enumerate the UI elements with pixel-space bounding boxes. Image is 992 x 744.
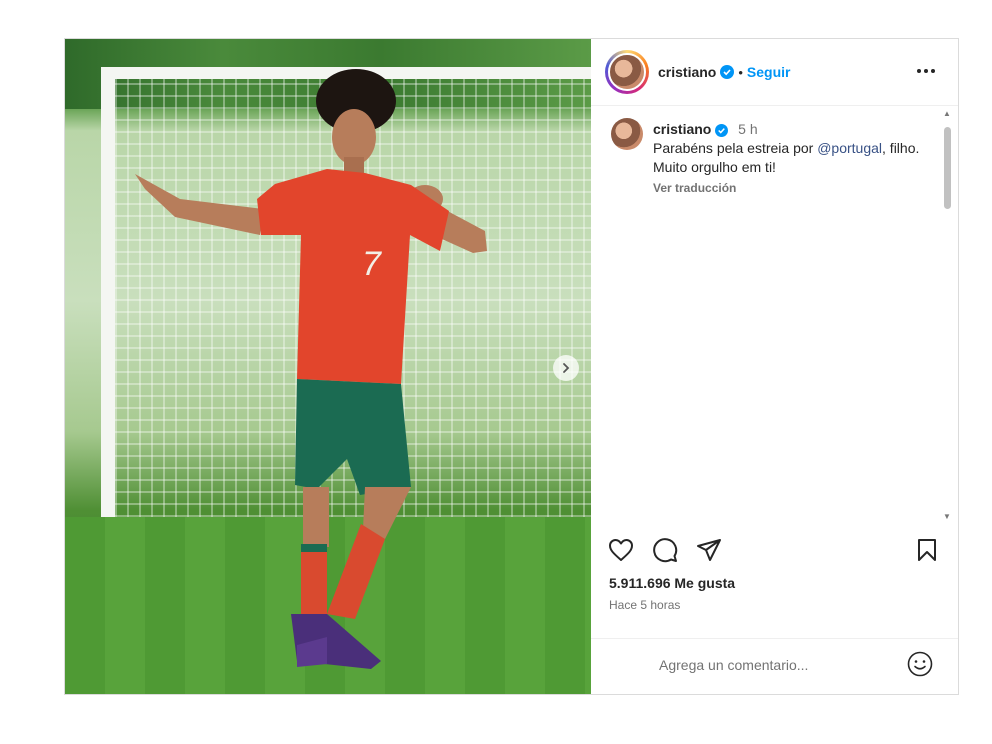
post-header: cristiano • Seguir [591,39,958,106]
separator-dot: • [738,64,743,80]
comment-button[interactable] [651,536,679,564]
scroll-down-arrow-icon[interactable]: ▼ [943,512,951,521]
mention-link[interactable]: @portugal [817,140,882,156]
post-image[interactable]: 7 [65,39,591,694]
save-button[interactable] [913,536,941,564]
follow-button[interactable]: Seguir [747,64,791,80]
see-translation-link[interactable]: Ver traducción [653,179,933,198]
caption-body: cristiano 5 h Parabéns pela estreia por … [653,120,933,198]
share-button[interactable] [695,536,723,564]
post-details-panel: cristiano • Seguir cristiano 5 h Parabén… [591,39,958,694]
like-button[interactable] [607,536,635,564]
story-ring[interactable] [605,50,649,94]
scroll-thumb[interactable] [944,127,951,209]
action-bar [591,536,958,568]
caption-text-before: Parabéns pela estreia por [653,140,818,156]
verified-badge-icon [715,123,729,137]
comment-input[interactable] [657,653,891,677]
bookmark-icon [918,539,936,561]
caption-time[interactable]: 5 h [738,121,757,137]
post-timestamp[interactable]: Hace 5 horas [609,598,680,612]
scrollbar[interactable]: ▲ ▼ [941,109,953,521]
scroll-up-arrow-icon[interactable]: ▲ [943,109,951,118]
header-username[interactable]: cristiano [658,64,716,80]
player-figure: 7 [135,69,487,669]
likes-count[interactable]: 5.911.696 Me gusta [609,575,735,591]
more-options-button[interactable] [914,59,938,83]
comment-icon [653,538,678,563]
verified-badge-icon [720,65,735,79]
more-horizontal-icon [917,69,935,73]
caption-username[interactable]: cristiano [653,121,711,137]
caption-section: cristiano 5 h Parabéns pela estreia por … [591,106,943,521]
caption-text: Parabéns pela estreia por @portugal, fil… [653,139,933,177]
heart-icon [609,539,633,561]
chevron-right-icon [563,363,570,373]
caption-avatar[interactable] [611,118,643,150]
send-icon [697,539,721,561]
avatar [608,53,646,91]
comment-box [591,638,958,695]
instagram-post: 7 cristiano • Seguir cristiano 5 h Parab… [64,38,959,695]
next-image-button[interactable] [553,355,579,381]
header-user: cristiano • Seguir [658,64,791,80]
svg-text:7: 7 [362,245,382,283]
emoji-icon[interactable] [906,650,934,678]
